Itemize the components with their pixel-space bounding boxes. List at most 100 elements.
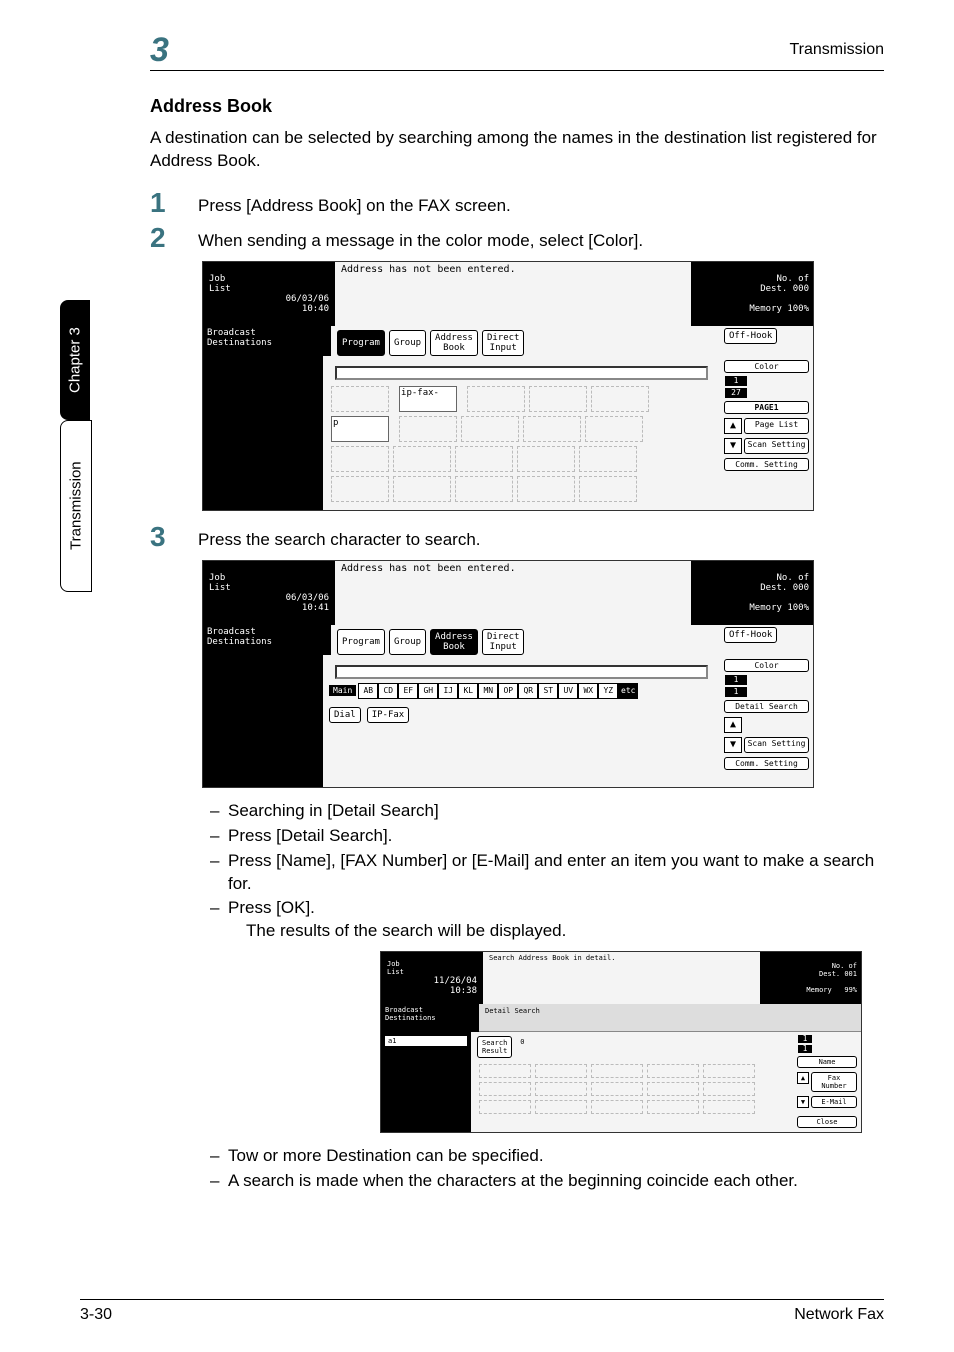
bullet-press-detail-search: Press [Detail Search]. bbox=[210, 825, 884, 848]
bullet-press-ok-subline: The results of the search will be displa… bbox=[246, 920, 884, 943]
page-down-button[interactable]: ▼ bbox=[724, 737, 742, 753]
bullet-press-ok-text: Press [OK]. bbox=[228, 898, 315, 917]
step-2-number: 2 bbox=[150, 224, 198, 252]
group-tab[interactable]: Group bbox=[389, 330, 426, 356]
job-list-box[interactable]: Job List 11/26/04 10:38 bbox=[381, 952, 483, 1004]
bullet-press-ok: Press [OK]. The results of the search wi… bbox=[210, 897, 884, 943]
color-button[interactable]: Color bbox=[724, 360, 809, 373]
page1-button[interactable]: PAGE1 bbox=[724, 401, 809, 414]
memory-status: Memory 99% bbox=[806, 986, 857, 994]
alpha-gh[interactable]: GH bbox=[418, 683, 438, 699]
search-result-label: Search Result bbox=[477, 1036, 512, 1058]
bullet-multiple-destinations: Tow or more Destination can be specified… bbox=[210, 1145, 884, 1168]
datetime: 06/03/06 10:40 bbox=[209, 294, 329, 314]
step-1-number: 1 bbox=[150, 189, 198, 217]
step-2-text: When sending a message in the color mode… bbox=[198, 224, 643, 253]
detail-search-button[interactable]: Detail Search bbox=[724, 700, 809, 713]
page-up-button[interactable]: ▲ bbox=[797, 1072, 809, 1084]
direct-input-tab[interactable]: Direct Input bbox=[482, 330, 525, 356]
group-tab[interactable]: Group bbox=[389, 629, 426, 655]
job-list-box[interactable]: Job List 06/03/06 10:40 bbox=[203, 262, 335, 326]
program-tab[interactable]: Program bbox=[337, 330, 385, 356]
tab-bar: Program Group Address Book Direct Input bbox=[331, 326, 720, 356]
step-3-text: Press the search character to search. bbox=[198, 523, 481, 552]
alpha-st[interactable]: ST bbox=[538, 683, 558, 699]
page-up-button[interactable]: ▲ bbox=[724, 418, 742, 434]
off-hook-button[interactable]: Off-Hook bbox=[724, 328, 777, 344]
close-button[interactable]: Close bbox=[797, 1116, 857, 1128]
ip-fax-button[interactable]: IP-Fax bbox=[367, 707, 410, 723]
dest-cell-p[interactable]: p bbox=[331, 416, 389, 442]
alpha-ab[interactable]: AB bbox=[358, 683, 378, 699]
fax-screen-1: Job List 06/03/06 10:40 Address has not … bbox=[202, 261, 814, 511]
comm-setting-button[interactable]: Comm. Setting bbox=[724, 458, 809, 471]
dest-cell-ipfax[interactable]: ip-fax- bbox=[399, 386, 457, 412]
status-address-line: Address has not been entered. bbox=[335, 561, 691, 625]
right-side-panel: 1 1 Name ▲ Fax Number ▼ E-Mail Close bbox=[793, 1032, 861, 1132]
datetime: 06/03/06 10:41 bbox=[209, 593, 329, 613]
page-indicator-top: 1 bbox=[725, 675, 747, 685]
page-up-button[interactable]: ▲ bbox=[724, 717, 742, 733]
color-button[interactable]: Color bbox=[724, 659, 809, 672]
fax-screen-2: Job List 06/03/06 10:41 Address has not … bbox=[202, 560, 814, 788]
alpha-kl[interactable]: KL bbox=[458, 683, 478, 699]
email-button[interactable]: E-Mail bbox=[811, 1096, 857, 1108]
off-hook-button[interactable]: Off-Hook bbox=[724, 627, 777, 643]
destination-grid: ip-fax- p bbox=[323, 356, 720, 510]
comm-setting-button[interactable]: Comm. Setting bbox=[724, 757, 809, 770]
alpha-ef[interactable]: EF bbox=[398, 683, 418, 699]
datetime: 11/26/04 10:38 bbox=[387, 976, 477, 996]
page-indicator-bottom: 27 bbox=[725, 388, 747, 398]
step-2: 2 When sending a message in the color mo… bbox=[150, 224, 884, 253]
alpha-mn[interactable]: MN bbox=[478, 683, 498, 699]
search-grid: MainABCDEFGHIJKLMNOPQRSTUVWXYZetc Dial I… bbox=[323, 655, 720, 787]
alpha-yz[interactable]: YZ bbox=[598, 683, 618, 699]
addr-not-entered-text: Address has not been entered. bbox=[341, 264, 516, 324]
address-book-tab[interactable]: Address Book bbox=[430, 330, 478, 356]
page-down-button[interactable]: ▼ bbox=[797, 1096, 809, 1108]
page-header: 3 Transmission bbox=[150, 30, 884, 71]
page-down-button[interactable]: ▼ bbox=[724, 438, 742, 454]
detail-title-text: Search Address Book in detail. bbox=[489, 954, 615, 1002]
job-list-label: Job List bbox=[209, 573, 329, 593]
alpha-etc[interactable]: etc bbox=[618, 683, 638, 699]
dest-count: 000 bbox=[793, 583, 809, 593]
page-footer: 3-30 Network Fax bbox=[80, 1299, 884, 1324]
left-black-panel bbox=[203, 655, 323, 787]
main-chip[interactable]: Main bbox=[329, 685, 356, 696]
alpha-op[interactable]: OP bbox=[498, 683, 518, 699]
name-button[interactable]: Name bbox=[797, 1056, 857, 1068]
job-list-label: Job List bbox=[387, 960, 477, 976]
step-1-text: Press [Address Book] on the FAX screen. bbox=[198, 189, 511, 218]
dest-count: 001 bbox=[844, 970, 857, 978]
bullet-detail-search-heading: Searching in [Detail Search] bbox=[210, 800, 884, 823]
alpha-uv[interactable]: UV bbox=[558, 683, 578, 699]
input-bar[interactable] bbox=[335, 366, 708, 380]
header-title: Transmission bbox=[789, 41, 884, 59]
a1-chip[interactable]: a1 bbox=[384, 1035, 468, 1047]
alpha-cd[interactable]: CD bbox=[378, 683, 398, 699]
step-3: 3 Press the search character to search. bbox=[150, 523, 884, 552]
direct-input-tab[interactable]: Direct Input bbox=[482, 629, 525, 655]
input-bar[interactable] bbox=[335, 665, 708, 679]
alpha-ij[interactable]: IJ bbox=[438, 683, 458, 699]
alpha-qr[interactable]: QR bbox=[518, 683, 538, 699]
address-book-tab[interactable]: Address Book bbox=[430, 629, 478, 655]
status-address-line: Address has not been entered. bbox=[335, 262, 691, 326]
dest-memory-status: No. of Dest. 000 Memory 100% bbox=[691, 561, 813, 625]
broadcast-destinations-label: Broadcast Destinations bbox=[203, 625, 331, 655]
dial-button[interactable]: Dial bbox=[329, 707, 361, 723]
scan-setting-button[interactable]: Scan Setting bbox=[744, 737, 809, 753]
fax-number-button[interactable]: Fax Number bbox=[811, 1072, 857, 1092]
job-list-box[interactable]: Job List 06/03/06 10:41 bbox=[203, 561, 335, 625]
page: Chapter 3 Transmission 3 Transmission Ad… bbox=[0, 0, 954, 1352]
alpha-index-row: MainABCDEFGHIJKLMNOPQRSTUVWXYZetc bbox=[329, 683, 714, 699]
alpha-wx[interactable]: WX bbox=[578, 683, 598, 699]
memory-status: Memory 100% bbox=[749, 603, 809, 613]
page-indicator-bottom: 1 bbox=[725, 687, 747, 697]
program-tab[interactable]: Program bbox=[337, 629, 385, 655]
right-side-panel: Color 1 27 PAGE1 ▲ Page List ▼ Scan Sett… bbox=[720, 356, 813, 510]
page-indicator-top: 1 bbox=[798, 1035, 812, 1043]
scan-setting-button[interactable]: Scan Setting bbox=[744, 438, 809, 454]
page-list-button[interactable]: Page List bbox=[744, 418, 809, 434]
